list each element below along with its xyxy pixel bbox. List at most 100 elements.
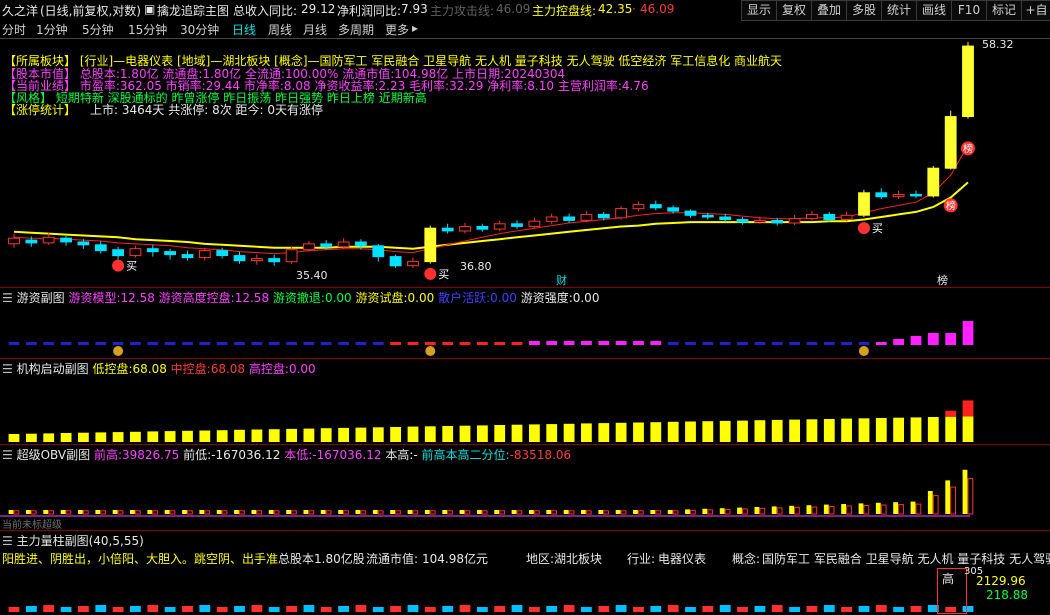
obv-bar: [424, 510, 430, 514]
display-button[interactable]: 显示: [741, 0, 777, 21]
obv-bar: [8, 510, 14, 514]
zhuli-title[interactable]: 主力量柱副图: [17, 534, 89, 548]
panel-divider: [0, 287, 1050, 288]
youzi-bar: [494, 342, 506, 345]
candle-body: [962, 45, 974, 118]
volume-bar: [355, 605, 367, 612]
mark-button[interactable]: 标记: [986, 0, 1022, 21]
jigou-bar: [702, 421, 714, 442]
adjust-button[interactable]: 复权: [776, 0, 812, 21]
bottom-ticker: 阳胜进、阴胜出，小倍阳、大胆入。跳空阴、出手准 总股本 1.80亿股 流通市值:…: [0, 548, 1050, 615]
obv-side-label: 当前未标超级: [2, 520, 62, 531]
candle-body: [164, 251, 176, 256]
obv-bar: [598, 510, 604, 514]
obv-bar: [893, 502, 898, 514]
obv-bar: [26, 510, 31, 514]
overlay-button[interactable]: 叠加: [811, 0, 847, 21]
candle-body: [146, 248, 159, 253]
volume-bar: [372, 607, 384, 612]
jigou-bar: [182, 430, 193, 442]
jigou-bar: [199, 430, 211, 442]
youzi-bar: [650, 341, 662, 345]
obv-bar-outline: [169, 510, 176, 515]
volume-bar: [737, 607, 748, 612]
draw-line-button[interactable]: 画线: [916, 0, 952, 21]
candle-body: [580, 213, 593, 221]
youzi-chart[interactable]: [0, 303, 1050, 358]
obv-bar: [268, 510, 274, 514]
period-tab-5min[interactable]: 5分钟: [82, 21, 114, 38]
jigou-bar: [563, 423, 575, 442]
volume-bar: [685, 607, 696, 612]
youzi-bar: [667, 342, 679, 345]
volume-bar: [43, 605, 55, 612]
zhuli-menu-icon[interactable]: ☰: [2, 534, 13, 548]
volume-bar: [875, 605, 887, 612]
candle-body: [892, 193, 905, 198]
period-tab-intraday[interactable]: 分时: [2, 21, 26, 38]
period-tab-weekly[interactable]: 周线: [268, 21, 292, 38]
obv-bar: [789, 505, 794, 514]
multi-stock-button[interactable]: 多股: [846, 0, 882, 21]
obv-bar-outline: [776, 507, 783, 515]
obv-chart[interactable]: [0, 460, 1050, 530]
obv-bar-outline: [447, 510, 453, 515]
money-bag-icon: [113, 346, 124, 356]
obv-bar: [771, 506, 777, 514]
volume-bar: [771, 605, 783, 612]
jigou-bar: [477, 425, 488, 442]
indicator-name[interactable]: 擒龙追踪主图: [157, 2, 229, 19]
jigou-bar: [95, 432, 107, 442]
period-tab-multi[interactable]: 多周期: [338, 21, 374, 38]
volume-bar: [199, 605, 211, 612]
volume-bar: [78, 606, 89, 612]
obv-bar: [78, 510, 83, 514]
period-tab-30min[interactable]: 30分钟: [180, 21, 219, 38]
youzi-bar: [511, 342, 523, 345]
stats-button[interactable]: 统计: [881, 0, 917, 21]
youzi-bar: [390, 342, 401, 345]
youzi-bar: [841, 342, 852, 345]
period-tab-15min[interactable]: 15分钟: [128, 21, 167, 38]
jigou-bar: [529, 424, 540, 442]
jigou-bar: [789, 419, 800, 442]
volume-bar: [858, 606, 870, 612]
obv-bar-outline: [898, 504, 904, 515]
candle-body: [493, 223, 506, 230]
youzi-bar: [442, 342, 454, 345]
period-tab-more[interactable]: 更多: [385, 21, 409, 38]
volume-bar: [112, 607, 124, 612]
more-arrow-icon[interactable]: ▸: [412, 21, 418, 35]
jigou-bar: [372, 427, 384, 442]
jigou-bar: [407, 426, 419, 442]
buy-circle-icon: [112, 259, 125, 272]
volume-bar: [841, 607, 852, 612]
jigou-bar: [390, 427, 401, 442]
obv-bar-outline: [30, 510, 37, 515]
obv-bar-outline: [134, 510, 141, 515]
candle-body: [198, 250, 211, 259]
jigou-bar: [8, 434, 20, 442]
obv-bar-outline: [863, 505, 870, 515]
period-tab-1min[interactable]: 1分钟: [36, 21, 68, 38]
period-tab-daily[interactable]: 日线: [232, 21, 256, 38]
youzi-bar: [303, 342, 315, 345]
volume-bar: [546, 606, 558, 612]
volume-bar: [598, 606, 610, 612]
youzi-bar: [910, 336, 922, 345]
price-chart[interactable]: 买买买榜榜: [0, 38, 1050, 286]
jigou-bar: [459, 425, 471, 442]
mode-icon[interactable]: ▣: [144, 2, 155, 16]
candle-body: [389, 256, 402, 267]
youzi-bar: [546, 341, 558, 345]
f10-button[interactable]: F10: [951, 0, 987, 21]
profit-label: 净利润同比:: [337, 4, 402, 18]
candle-body: [632, 204, 645, 210]
youzi-bar: [927, 333, 939, 345]
candle-body: [771, 219, 784, 224]
add-watchlist-button[interactable]: +自选: [1021, 0, 1050, 21]
period-tab-monthly[interactable]: 月线: [303, 21, 327, 38]
revenue-value: 29.12: [301, 2, 336, 16]
youzi-bar: [216, 342, 228, 345]
jigou-chart[interactable]: [0, 374, 1050, 444]
